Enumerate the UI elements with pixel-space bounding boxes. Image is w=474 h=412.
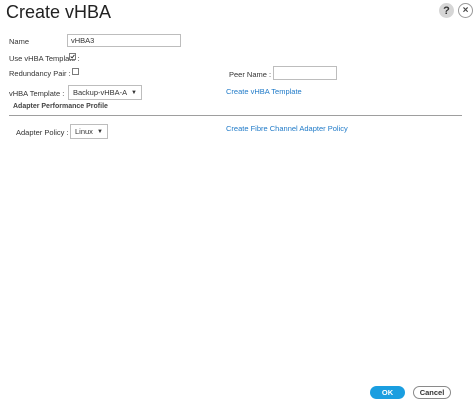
close-icon[interactable]: × (458, 3, 473, 18)
adapter-policy-value: Linux (75, 127, 93, 136)
use-template-checkbox[interactable] (69, 53, 76, 60)
adapter-policy-label: Adapter Policy : (16, 128, 69, 137)
vhba-template-value: Backup-vHBA-A (73, 88, 128, 97)
create-vhba-template-link[interactable]: Create vHBA Template (226, 87, 302, 96)
name-label: Name (9, 37, 30, 46)
peer-name-label: Peer Name : (229, 70, 272, 79)
checkmark-icon (70, 54, 75, 59)
create-fc-adapter-policy-link[interactable]: Create Fibre Channel Adapter Policy (226, 124, 348, 133)
cancel-button[interactable]: Cancel (413, 386, 451, 399)
chevron-down-icon: ▼ (131, 89, 137, 96)
dialog-title: Create vHBA (6, 2, 112, 22)
ok-button[interactable]: OK (370, 386, 405, 399)
section-title: Adapter Performance Profile (13, 103, 108, 110)
redundancy-pair-checkbox[interactable] (72, 68, 79, 75)
adapter-policy-select[interactable]: Linux ▼ (70, 124, 108, 139)
vhba-template-label: vHBA Template : (9, 89, 65, 98)
chevron-down-icon: ▼ (97, 128, 103, 135)
vhba-template-select[interactable]: Backup-vHBA-A ▼ (68, 85, 142, 100)
section-divider (9, 115, 462, 116)
peer-name-input[interactable] (273, 66, 337, 80)
help-icon[interactable]: ? (439, 3, 454, 18)
name-input[interactable] (67, 34, 181, 47)
redundancy-pair-label: Redundancy Pair : (9, 69, 71, 78)
